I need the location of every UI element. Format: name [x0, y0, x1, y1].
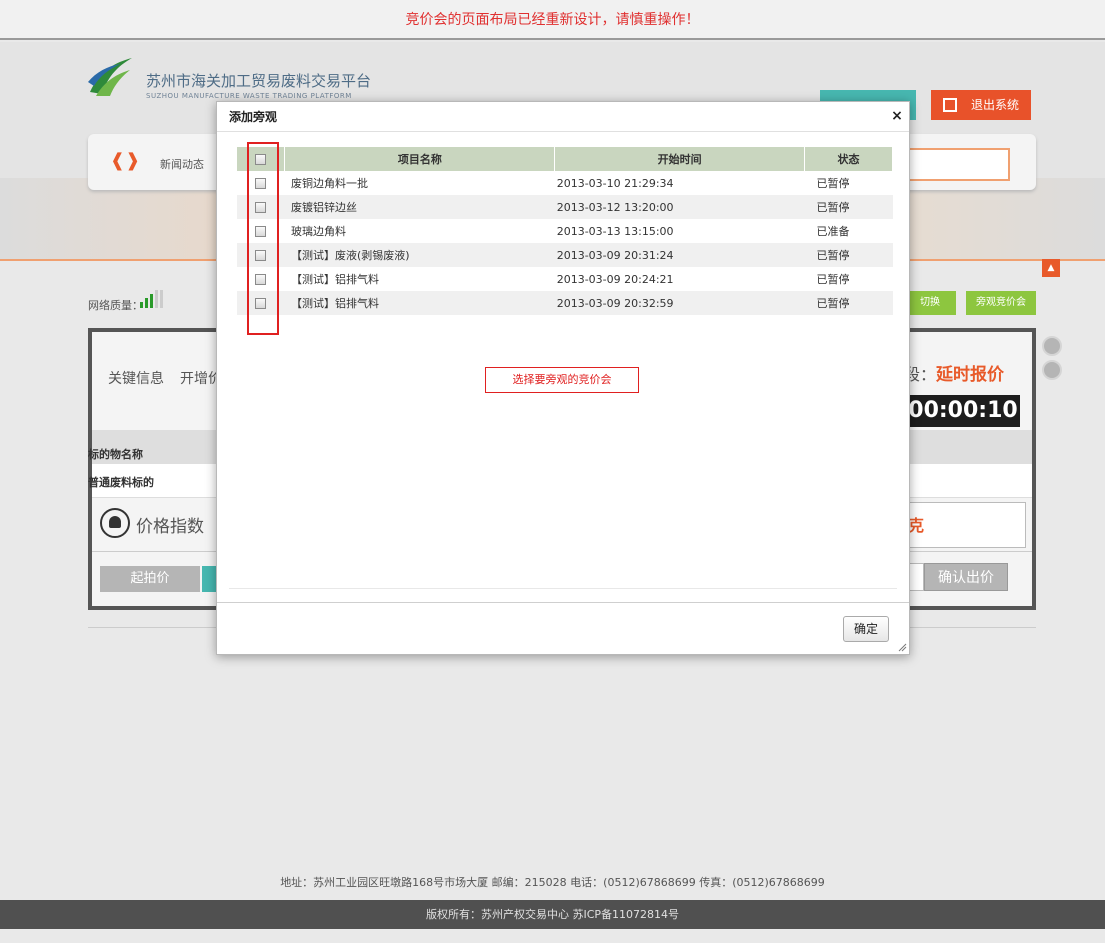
- checkbox-column-highlight: [247, 142, 279, 335]
- scroll-up-circle-icon[interactable]: [1042, 336, 1062, 356]
- logout-label: 退出系统: [971, 98, 1020, 112]
- nav-search-input[interactable]: [900, 148, 1010, 181]
- row-status: 已暂停: [816, 177, 850, 190]
- tab-key-info[interactable]: 关键信息: [108, 368, 164, 388]
- add-watch-dialog: 添加旁观 × 项目名称 开始时间 状态 废铜边角料一批 2013-03-10 2…: [216, 101, 910, 655]
- row-name: 【测试】铝排气料: [284, 291, 555, 315]
- logout-icon: [943, 98, 957, 112]
- row-name: 【测试】废液(剥锡废液): [284, 243, 555, 267]
- platform-name-en: SUZHOU MANUFACTURE WASTE TRADING PLATFOR…: [146, 92, 352, 100]
- signal-strength-icon: [140, 290, 170, 308]
- table-row[interactable]: 废镀铝锌边丝 2013-03-12 13:20:00 已暂停: [237, 195, 893, 219]
- row-status: 已准备: [816, 225, 850, 238]
- table-row[interactable]: 废铜边角料一批 2013-03-10 21:29:34 已暂停: [237, 171, 893, 195]
- close-icon[interactable]: ×: [889, 108, 905, 124]
- price-index-label: 价格指数: [136, 517, 204, 537]
- start-price-button[interactable]: 起拍价: [100, 566, 200, 592]
- weight-unit-box: 克: [905, 502, 1026, 548]
- table-row[interactable]: 玻璃边角料 2013-03-13 13:15:00 已准备: [237, 219, 893, 243]
- selection-hint: 选择要旁观的竞价会: [485, 367, 639, 393]
- nav-item-news[interactable]: 新闻动态: [160, 156, 204, 172]
- resize-grip-icon[interactable]: [897, 642, 907, 652]
- table-header-row: 项目名称 开始时间 状态: [237, 147, 893, 171]
- logout-button[interactable]: 退出系统: [931, 90, 1031, 120]
- countdown-timer: 00:00:10: [906, 395, 1020, 427]
- dialog-footer-divider: [217, 602, 909, 603]
- stage-value: 延时报价: [936, 365, 1005, 385]
- watch-auction-button[interactable]: 旁观竞价会: [966, 291, 1036, 315]
- item-name-value: 普通废料标的: [88, 476, 154, 489]
- bid-input[interactable]: [908, 563, 924, 591]
- row-time: 2013-03-12 13:20:00: [554, 195, 805, 219]
- footer-address: 地址：苏州工业园区旺墩路168号市场大厦 邮编：215028 电话：(0512)…: [280, 876, 825, 889]
- platform-name: 苏州市海关加工贸易废料交易平台: [146, 72, 372, 90]
- ok-button[interactable]: 确定: [843, 616, 889, 642]
- table-row[interactable]: 【测试】废液(剥锡废液) 2013-03-09 20:31:24 已暂停: [237, 243, 893, 267]
- table-row[interactable]: 【测试】铝排气料 2013-03-09 20:32:59 已暂停: [237, 291, 893, 315]
- row-time: 2013-03-13 13:15:00: [556, 224, 674, 238]
- row-status: 已暂停: [816, 273, 850, 286]
- row-status: 已暂停: [804, 195, 893, 219]
- auction-stage: 段：延时报价: [904, 360, 1004, 385]
- auction-table: 项目名称 开始时间 状态 废铜边角料一批 2013-03-10 21:29:34…: [237, 147, 893, 315]
- footer-copyright: 版权所有：苏州产权交易中心 苏ICP备11072814号: [0, 900, 1105, 929]
- row-status: 已暂停: [804, 243, 893, 267]
- row-name: 【测试】铝排气料: [290, 273, 379, 286]
- column-header-status: 状态: [804, 147, 893, 171]
- row-name: 废镀铝锌边丝: [284, 195, 555, 219]
- row-time: 2013-03-09 20:31:24: [554, 243, 805, 267]
- switch-button[interactable]: 切换: [904, 291, 956, 315]
- bell-icon: [100, 508, 130, 538]
- row-time: 2013-03-09 20:32:59: [554, 291, 805, 315]
- dialog-content-divider: [229, 588, 897, 589]
- scroll-down-circle-icon[interactable]: [1042, 360, 1062, 380]
- row-time: 2013-03-10 21:29:34: [556, 176, 674, 190]
- dialog-title: 添加旁观: [217, 102, 909, 132]
- network-quality-label: 网络质量：: [88, 299, 143, 312]
- column-header-time: 开始时间: [554, 147, 806, 171]
- row-name: 废铜边角料一批: [290, 177, 368, 190]
- confirm-bid-button[interactable]: 确认出价: [924, 563, 1008, 591]
- row-time: 2013-03-09 20:24:21: [556, 272, 674, 286]
- redesign-notice: 竞价会的页面布局已经重新设计，请慎重操作！: [0, 0, 1105, 40]
- column-header-name: 项目名称: [284, 147, 556, 171]
- table-row[interactable]: 【测试】铝排气料 2013-03-09 20:24:21 已暂停: [237, 267, 893, 291]
- home-icon[interactable]: ❰❱: [110, 150, 140, 171]
- row-name: 玻璃边角料: [290, 225, 346, 238]
- price-tab[interactable]: [202, 566, 216, 592]
- scroll-up-icon[interactable]: ▲: [1042, 259, 1060, 277]
- platform-logo-icon: [88, 58, 132, 96]
- row-status: 已暂停: [804, 291, 893, 315]
- item-name-header: 标的物名称: [88, 448, 143, 461]
